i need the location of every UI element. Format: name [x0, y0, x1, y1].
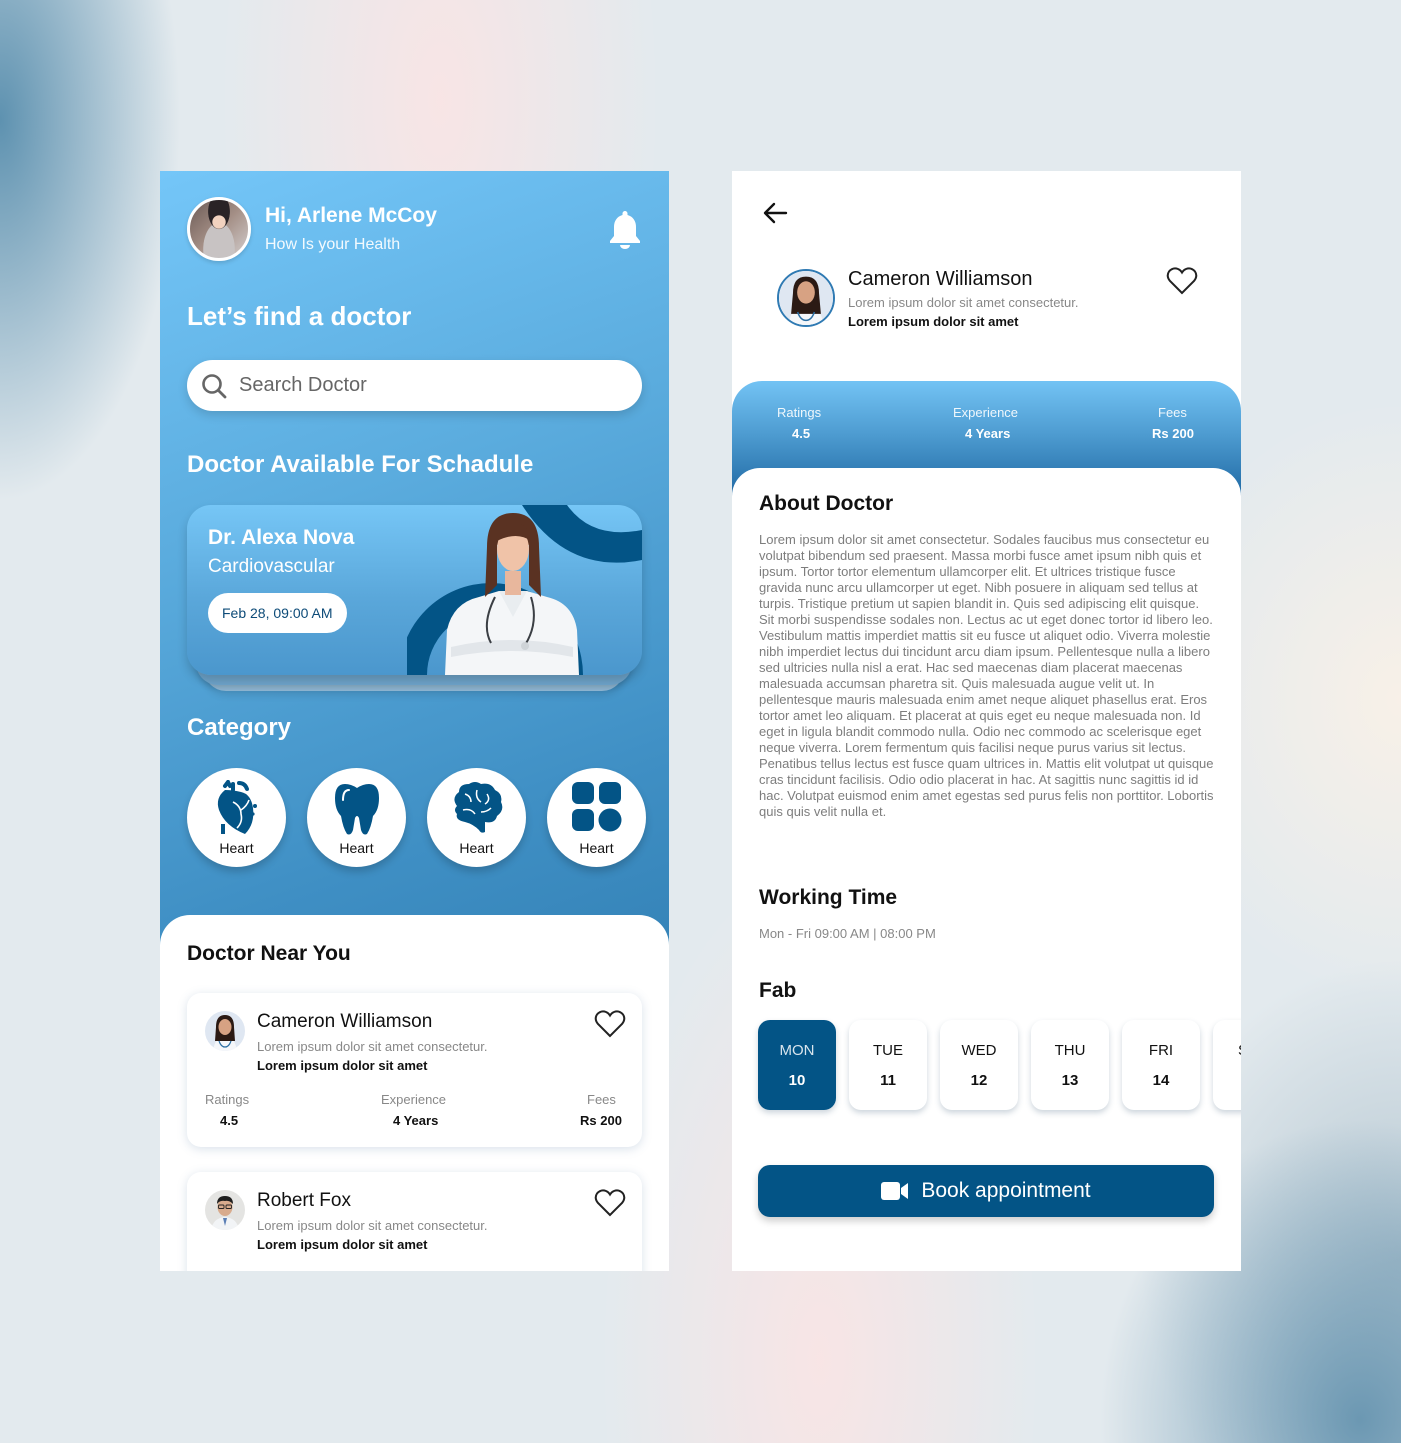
category-more[interactable]: Heart	[547, 768, 646, 867]
scheduled-doctor-name: Dr. Alexa Nova	[208, 526, 355, 549]
stat-label-experience: Experience	[953, 405, 1019, 420]
doctor-photo	[407, 505, 642, 675]
day-number: 12	[970, 1072, 988, 1089]
day-name: FRI	[1148, 1042, 1174, 1059]
day-name: WED	[961, 1042, 997, 1059]
doctor-card[interactable]: Cameron Williamson Lorem ipsum dolor sit…	[187, 993, 642, 1147]
doctor-avatar	[205, 1011, 245, 1051]
video-camera-icon	[881, 1182, 909, 1200]
doctor-avatar	[205, 1190, 245, 1230]
book-appointment-label: Book appointment	[921, 1179, 1091, 1202]
day-number: 10	[788, 1072, 806, 1089]
greeting-subtitle: How Is your Health	[265, 236, 401, 253]
scheduled-doctor-specialty: Cardiovascular	[208, 556, 335, 577]
day-name: SAT	[1213, 1042, 1241, 1059]
stat-value-experience: 4 Years	[965, 426, 1011, 441]
doctor-description-bold: Lorem ipsum dolor sit amet	[257, 1058, 428, 1073]
stat-value-experience: 4 Years	[393, 1113, 439, 1128]
day-number: 11	[880, 1072, 896, 1089]
doctor-description: Lorem ipsum dolor sit amet consectetur.	[257, 1039, 488, 1054]
bell-icon[interactable]	[608, 209, 642, 251]
day-number: 14	[1152, 1072, 1170, 1089]
doctor-name: Robert Fox	[257, 1190, 351, 1211]
search-icon	[202, 373, 227, 398]
doctor-description-bold: Lorem ipsum dolor sit amet	[257, 1237, 428, 1252]
month-title: Fab	[759, 979, 797, 1002]
category-dental[interactable]: Heart	[307, 768, 406, 867]
find-doctor-title: Let’s find a doctor	[187, 301, 412, 331]
working-time-value: Mon - Fri 09:00 AM | 08:00 PM	[759, 926, 936, 941]
category-label: Heart	[579, 840, 614, 856]
doctor-name: Cameron Williamson	[257, 1011, 433, 1032]
book-appointment-button[interactable]: Book appointment	[758, 1165, 1214, 1217]
doctor-card[interactable]: Robert Fox Lorem ipsum dolor sit amet co…	[187, 1172, 642, 1271]
doctor-detail-screen: Cameron Williamson Lorem ipsum dolor sit…	[732, 171, 1241, 1271]
stat-value-ratings: 4.5	[792, 426, 811, 441]
doctor-avatar	[777, 269, 835, 327]
doctor-description: Lorem ipsum dolor sit amet consectetur.	[257, 1218, 488, 1233]
scheduled-doctor-card[interactable]: Dr. Alexa Nova Cardiovascular Feb 28, 09…	[187, 505, 642, 675]
category-label: Heart	[219, 840, 254, 856]
search-input[interactable]	[239, 374, 619, 397]
day-option[interactable]: FRI 14	[1122, 1020, 1200, 1110]
appointment-date-chip[interactable]: Feb 28, 09:00 AM	[208, 593, 347, 633]
day-option[interactable]: THU 13	[1031, 1020, 1109, 1110]
doctor-name: Cameron Williamson	[848, 268, 1033, 290]
day-option[interactable]: WED 12	[940, 1020, 1018, 1110]
stat-value-ratings: 4.5	[220, 1113, 239, 1128]
grid-icon	[572, 782, 622, 832]
favorite-heart-icon[interactable]	[594, 1188, 626, 1218]
day-name: MON	[779, 1042, 815, 1059]
stat-label-fees: Fees	[587, 1092, 616, 1107]
search-bar[interactable]	[187, 360, 642, 411]
doctor-description-bold: Lorem ipsum dolor sit amet	[848, 314, 1019, 329]
stat-value-fees: Rs 200	[1152, 426, 1194, 441]
favorite-heart-icon[interactable]	[1166, 266, 1198, 296]
back-arrow-icon[interactable]	[762, 201, 788, 225]
about-panel: About Doctor Lorem ipsum dolor sit amet …	[732, 468, 1241, 1271]
tooth-icon	[335, 784, 379, 835]
favorite-heart-icon[interactable]	[594, 1009, 626, 1039]
about-title: About Doctor	[759, 492, 894, 515]
day-option-selected[interactable]: MON 10	[758, 1020, 836, 1110]
category-label: Heart	[339, 840, 374, 856]
stat-label-ratings: Ratings	[777, 405, 822, 420]
day-number: 15	[1213, 1072, 1241, 1089]
doctor-near-you-panel: Doctor Near You Cameron Williamson Lorem…	[160, 915, 669, 1271]
working-time-title: Working Time	[759, 886, 898, 909]
stat-label-experience: Experience	[381, 1092, 447, 1107]
day-option[interactable]: TUE 11	[849, 1020, 927, 1110]
greeting: Hi, Arlene McCoy	[265, 204, 437, 227]
category-neuro[interactable]: Heart	[427, 768, 526, 867]
day-number: 13	[1061, 1072, 1079, 1089]
about-text: Lorem ipsum dolor sit amet consectetur. …	[759, 532, 1214, 819]
category-title: Category	[187, 714, 292, 741]
category-label: Heart	[459, 840, 494, 856]
heart-organ-icon	[217, 780, 257, 834]
day-option-partial[interactable]: SAT 15	[1213, 1020, 1241, 1110]
near-section-title: Doctor Near You	[187, 942, 351, 965]
user-avatar[interactable]	[187, 197, 251, 261]
day-name: TUE	[873, 1042, 903, 1059]
stat-value-fees: Rs 200	[580, 1113, 622, 1128]
schedule-section-title: Doctor Available For Schadule	[187, 451, 534, 478]
home-screen: Hi, Arlene McCoy How Is your Health Let’…	[160, 171, 669, 1271]
brain-icon	[454, 782, 503, 833]
day-name: THU	[1054, 1042, 1086, 1059]
category-heart[interactable]: Heart	[187, 768, 286, 867]
stat-label-fees: Fees	[1158, 405, 1187, 420]
stat-label-ratings: Ratings	[205, 1092, 250, 1107]
doctor-description: Lorem ipsum dolor sit amet consectetur.	[848, 295, 1079, 310]
